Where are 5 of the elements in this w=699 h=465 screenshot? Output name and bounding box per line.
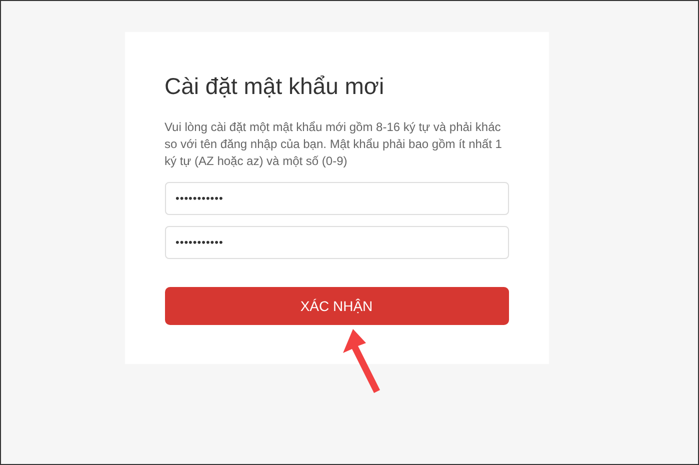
form-title: Cài đặt mật khẩu mơi	[164, 72, 386, 100]
instructions-text: Vui lòng cài đặt một mật khẩu mới gồm 8-16 ký tự và phải khác so với tên đăng nhập của bạn. Mật khẩu phải bao gồm ít nhất 1 ký tự (AZ hoặc az) và một số (0-9)	[164, 119, 503, 170]
password-field[interactable]: •••••••••••	[164, 226, 508, 259]
password-field[interactable]: •••••••••••	[164, 182, 508, 215]
confirm-button[interactable]: XÁC NHẬN	[164, 287, 508, 325]
